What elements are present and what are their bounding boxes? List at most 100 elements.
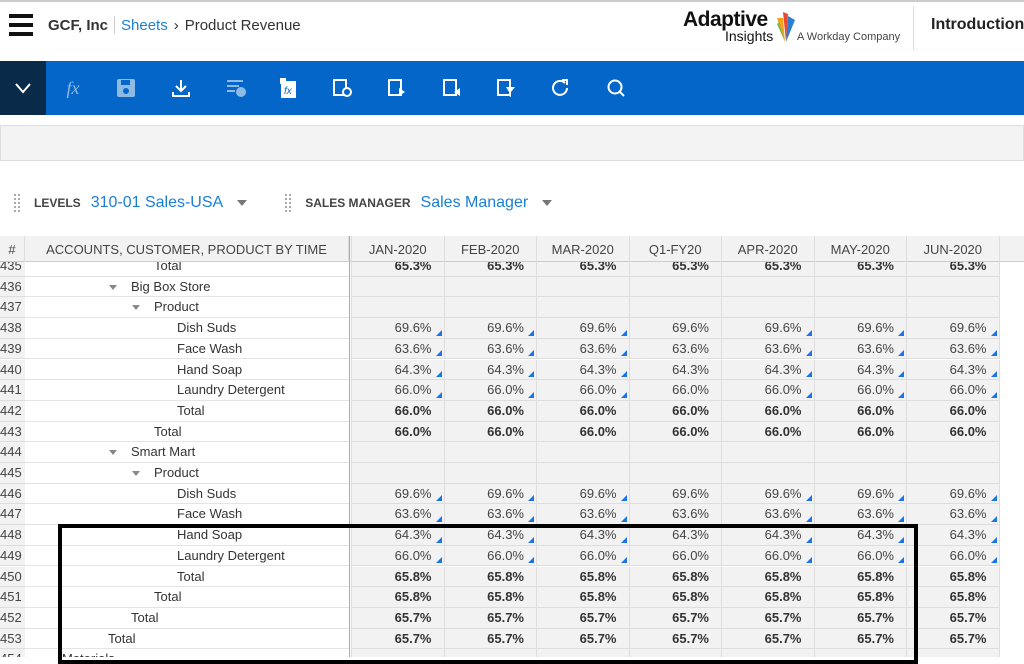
value-cell[interactable]: 65.3% <box>444 262 537 277</box>
value-cell[interactable] <box>444 276 537 298</box>
row-label-cell[interactable]: Hand Soap <box>25 360 349 381</box>
value-cell[interactable]: 63.6% <box>907 504 1000 526</box>
value-cell[interactable]: 65.8% <box>722 566 815 588</box>
sales-manager-dropdown[interactable]: Sales Manager <box>421 194 529 212</box>
value-cell[interactable]: 66.0% <box>537 545 630 567</box>
row-label-cell[interactable]: Laundry Detergent <box>25 380 349 401</box>
value-cell[interactable]: 69.6% <box>629 318 722 339</box>
collapse-chevron-icon[interactable] <box>0 61 46 115</box>
table-row[interactable]: 454 Materials <box>0 649 1024 657</box>
value-cell[interactable] <box>352 297 445 319</box>
value-cell[interactable]: 65.7% <box>814 607 907 629</box>
value-cell[interactable] <box>907 463 1000 484</box>
column-header[interactable]: FEB-2020 <box>445 236 537 262</box>
introduction-tab[interactable]: Introduction <box>931 16 1024 34</box>
value-cell[interactable]: 65.7% <box>907 628 1000 650</box>
row-label-cell[interactable]: Face Wash <box>25 339 349 360</box>
column-header[interactable]: Q1-FY20 <box>630 236 722 262</box>
table-row[interactable]: 441 Laundry Detergent 66.0% 66.0% 66.0% 66.0%… <box>0 380 1024 401</box>
value-cell[interactable]: 69.6% <box>722 318 815 339</box>
value-cell[interactable]: 65.7% <box>444 628 537 650</box>
column-header[interactable]: MAY-2020 <box>815 236 907 262</box>
insert-row-icon[interactable] <box>224 76 248 100</box>
value-cell[interactable] <box>814 276 907 298</box>
value-cell[interactable] <box>722 442 815 463</box>
value-cell[interactable]: 63.6% <box>814 338 907 360</box>
value-cell[interactable]: 66.0% <box>537 400 630 422</box>
table-row[interactable]: 446 Dish Suds 69.6% 69.6% 69.6% 69.6% 69.6% 69.… <box>0 483 1024 505</box>
row-label-cell[interactable]: Product <box>25 463 349 484</box>
drag-handle-icon[interactable] <box>14 194 20 212</box>
value-cell[interactable]: 69.6% <box>629 483 722 505</box>
value-cell[interactable]: 65.8% <box>907 587 1000 608</box>
download-icon[interactable] <box>169 76 193 100</box>
value-cell[interactable] <box>444 442 537 463</box>
value-cell[interactable]: 64.3% <box>907 525 1000 546</box>
value-cell[interactable]: 65.8% <box>537 587 630 608</box>
expand-caret-icon[interactable] <box>132 305 140 311</box>
value-cell[interactable] <box>629 442 722 463</box>
sheet-settings-icon[interactable] <box>330 76 354 100</box>
value-cell[interactable]: 64.3% <box>722 359 815 381</box>
frozen-pane-divider[interactable] <box>349 236 352 657</box>
value-cell[interactable]: 63.6% <box>352 504 445 526</box>
table-row[interactable]: 451 Total 65.8% 65.8% 65.8% 65.8% 65.8% 65.8% 65… <box>0 587 1024 608</box>
value-cell[interactable] <box>444 649 537 657</box>
value-cell[interactable] <box>814 442 907 463</box>
value-cell[interactable]: 63.6% <box>907 338 1000 360</box>
value-cell[interactable] <box>444 463 537 484</box>
value-cell[interactable]: 63.6% <box>537 504 630 526</box>
table-row[interactable]: 450 Total 65.8% 65.8% 65.8% 65.8% 65.8% 65.8% 65… <box>0 566 1024 588</box>
value-cell[interactable]: 66.0% <box>722 380 815 401</box>
value-cell[interactable] <box>629 649 722 657</box>
value-cell[interactable]: 66.0% <box>352 545 445 567</box>
value-cell[interactable]: 66.0% <box>352 400 445 422</box>
value-cell[interactable]: 64.3% <box>444 525 537 546</box>
value-cell[interactable]: 69.6% <box>907 318 1000 339</box>
row-label-cell[interactable]: Dish Suds <box>25 318 349 339</box>
value-cell[interactable]: 63.6% <box>814 504 907 526</box>
value-cell[interactable]: 64.3% <box>444 359 537 381</box>
value-cell[interactable]: 65.7% <box>352 628 445 650</box>
value-cell[interactable]: 66.0% <box>537 421 630 443</box>
value-cell[interactable]: 66.0% <box>352 421 445 443</box>
value-cell[interactable]: 66.0% <box>629 421 722 443</box>
hamburger-menu-icon[interactable] <box>9 14 33 36</box>
value-cell[interactable]: 65.8% <box>722 587 815 608</box>
value-cell[interactable] <box>537 463 630 484</box>
value-cell[interactable]: 66.0% <box>907 400 1000 422</box>
table-row[interactable]: 448 Hand Soap 64.3% 64.3% 64.3% 64.3% 64.3% 64.… <box>0 525 1024 546</box>
value-cell[interactable]: 65.7% <box>907 607 1000 629</box>
value-cell[interactable]: 64.3% <box>814 525 907 546</box>
value-cell[interactable] <box>352 276 445 298</box>
value-cell[interactable]: 63.6% <box>722 338 815 360</box>
value-cell[interactable] <box>907 442 1000 463</box>
expand-caret-icon[interactable] <box>132 471 140 476</box>
sheet-filter-icon[interactable] <box>494 76 518 100</box>
value-cell[interactable]: 69.6% <box>352 318 445 339</box>
drag-handle-icon[interactable] <box>285 194 292 212</box>
value-cell[interactable]: 69.6% <box>352 483 445 505</box>
value-cell[interactable] <box>629 276 722 298</box>
value-cell[interactable]: 63.6% <box>629 338 722 360</box>
value-cell[interactable]: 69.6% <box>722 483 815 505</box>
value-cell[interactable]: 66.0% <box>814 545 907 567</box>
value-cell[interactable] <box>352 463 445 484</box>
expand-caret-icon[interactable] <box>109 284 117 290</box>
value-cell[interactable] <box>537 442 630 463</box>
sheet-export-icon[interactable] <box>385 76 409 100</box>
row-label-cell[interactable]: Product <box>25 297 349 319</box>
row-label-cell[interactable]: Total <box>25 422 349 443</box>
value-cell[interactable]: 66.0% <box>444 400 537 422</box>
row-label-cell[interactable]: Total <box>25 608 349 629</box>
value-cell[interactable]: 65.8% <box>907 566 1000 588</box>
value-cell[interactable]: 65.7% <box>352 607 445 629</box>
value-cell[interactable] <box>907 297 1000 319</box>
value-cell[interactable]: 65.8% <box>814 587 907 608</box>
row-label-cell[interactable]: Total <box>25 629 349 650</box>
value-cell[interactable]: 65.7% <box>629 628 722 650</box>
table-row[interactable]: 452 Total 65.7% 65.7% 65.7% 65.7% 65.7% 65.7% 65… <box>0 607 1024 629</box>
value-cell[interactable]: 66.0% <box>629 400 722 422</box>
value-cell[interactable]: 64.3% <box>907 359 1000 381</box>
table-row[interactable]: 436 Big Box Store <box>0 276 1024 298</box>
